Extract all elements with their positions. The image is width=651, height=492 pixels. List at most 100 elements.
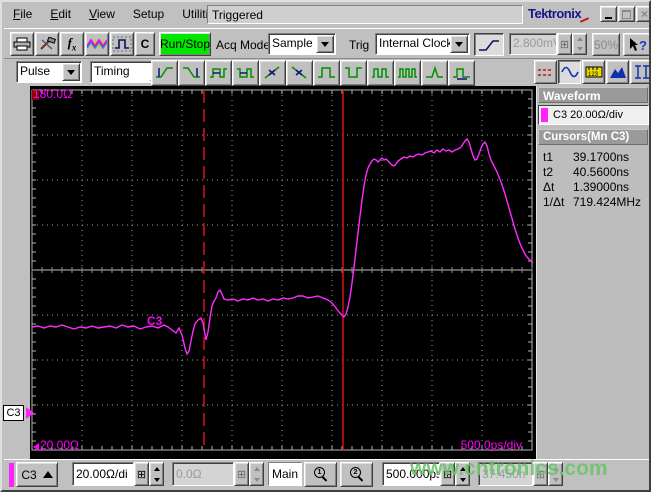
cursors-button[interactable] xyxy=(534,60,557,84)
main-timebase-button[interactable]: Main xyxy=(268,462,302,486)
meas-source-dropdown-arrow[interactable] xyxy=(62,63,80,81)
delay-icon xyxy=(452,68,470,80)
trig-slope-button[interactable] xyxy=(474,33,504,56)
trig-level-field: 2.800mV xyxy=(509,33,557,55)
up-triangle-icon xyxy=(42,471,53,478)
main-label: Main xyxy=(271,467,298,481)
timebase-spinner[interactable] xyxy=(455,462,470,486)
channel-marker[interactable]: C3 xyxy=(3,405,34,422)
waveform-entry-label: C3 20.00Ω/div xyxy=(553,109,623,121)
clear-label: C xyxy=(140,37,150,51)
set-fifty-button[interactable]: 50% xyxy=(592,33,620,56)
trig-dropdown-arrow[interactable] xyxy=(450,35,468,53)
vertical-offset-spinner[interactable] xyxy=(249,462,264,486)
waveform-entry[interactable]: C3 20.00Ω/div xyxy=(538,105,649,125)
zoom2-button[interactable]: 2 xyxy=(340,462,373,487)
fall-time-button[interactable] xyxy=(178,60,205,86)
trig-source-select[interactable]: Internal Clock xyxy=(375,33,470,55)
negative-width-button[interactable] xyxy=(232,60,259,86)
rising-edge-button[interactable] xyxy=(259,60,286,86)
fall-time-icon xyxy=(182,67,200,78)
negative-pulse-icon xyxy=(344,67,362,78)
trace-label: C3 xyxy=(147,314,163,328)
acq-mode-label: Acq Mode xyxy=(216,38,271,52)
timebase-keypad-button[interactable]: ⊞ xyxy=(440,462,455,486)
run-stop-label: Run/Stop xyxy=(159,37,211,51)
meas-source-value: Pulse xyxy=(20,64,51,78)
menu-view[interactable]: View xyxy=(80,4,124,24)
minimize-button[interactable] xyxy=(600,6,617,22)
tools-button[interactable] xyxy=(35,32,59,56)
menu-edit[interactable]: Edit xyxy=(41,4,80,24)
positive-width-button[interactable] xyxy=(205,60,232,86)
pulse-train-button[interactable] xyxy=(367,60,394,86)
acq-mode-select[interactable]: Sample xyxy=(268,33,336,55)
delay-keypad-button[interactable]: ⊞ xyxy=(533,462,548,486)
delay-button[interactable] xyxy=(448,60,475,86)
bottom-label-marker xyxy=(33,443,39,451)
positive-width-icon xyxy=(209,68,227,78)
vertical-scale-keypad-button[interactable]: ⊞ xyxy=(134,462,149,486)
trigger-status: Triggered xyxy=(207,5,523,24)
histogram-button[interactable] xyxy=(606,60,629,84)
vertical-scale-spinner[interactable] xyxy=(149,462,164,486)
pulse-window-button[interactable] xyxy=(110,32,134,56)
rise-time-button[interactable] xyxy=(151,60,178,86)
tektronix-logo: Tektronix xyxy=(528,6,598,24)
restore-button[interactable] xyxy=(618,6,635,22)
falling-edge-button[interactable] xyxy=(286,60,313,86)
pulse-window-icon xyxy=(112,36,132,52)
context-help-button[interactable]: ? xyxy=(623,33,649,56)
channel-marker-arrow xyxy=(26,407,34,419)
t1-label: t1 xyxy=(543,150,554,164)
close-button[interactable]: × xyxy=(636,6,649,22)
waveform-color-icon xyxy=(87,38,107,50)
print-button[interactable] xyxy=(10,32,34,56)
acq-mode-dropdown-arrow[interactable] xyxy=(316,35,334,53)
waveform-display-button[interactable] xyxy=(85,32,109,56)
channel-select-button[interactable]: C3 xyxy=(16,462,58,487)
inv-dt-value: 719.424MHz xyxy=(573,195,642,209)
vertical-bars-button[interactable] xyxy=(630,60,649,84)
toolbar-main: fx C Run/Stop Acq Mode Sample Trig Inter… xyxy=(4,28,649,58)
t2-value: 40.5600ns xyxy=(573,165,630,179)
channel-select-label: C3 xyxy=(21,467,37,482)
timebase-field[interactable]: 500.000ps xyxy=(382,462,440,486)
readout-icon: 123 xyxy=(585,66,602,78)
readout-button[interactable]: 123 xyxy=(582,60,605,84)
positive-peak-button[interactable] xyxy=(421,60,448,86)
vertical-top-label: 180.0Ω xyxy=(33,87,72,101)
trig-source-value: Internal Clock xyxy=(379,36,453,50)
channel-marker-label: C3 xyxy=(3,405,24,421)
plot-area[interactable]: 180.0Ω 20.00Ω 500.0ps/div C3 xyxy=(30,86,536,459)
falling-edge-icon xyxy=(291,66,306,79)
trig-level-keypad-button[interactable]: ⊞ xyxy=(557,33,572,55)
zoom1-button[interactable]: 1 xyxy=(304,462,337,487)
channel-color-tag xyxy=(9,463,14,487)
positive-pulse-button[interactable] xyxy=(313,60,340,86)
timebase-label: 500.0ps/div xyxy=(460,438,522,452)
run-stop-button[interactable]: Run/Stop xyxy=(159,32,211,56)
application-window: FileEditViewSetupUtilitiesHelp Triggered… xyxy=(0,0,651,492)
vertical-scale-field[interactable]: 20.00Ω/di xyxy=(72,462,134,486)
delay-spinner[interactable] xyxy=(548,462,563,486)
bottom-bar: C3 20.00Ω/di ⊞ 0.0Ω ⊞ Main 1 2 500.000ps… xyxy=(4,459,649,490)
delay-field: 37.450n xyxy=(478,462,533,486)
tools-icon xyxy=(40,37,56,50)
burst-width-icon xyxy=(397,68,417,78)
waveform-view-button[interactable] xyxy=(558,60,581,84)
fx-button[interactable]: fx xyxy=(60,32,84,56)
trig-level-spinner[interactable] xyxy=(572,33,587,55)
vertical-offset-keypad-button[interactable]: ⊞ xyxy=(234,462,249,486)
menu-file[interactable]: File xyxy=(4,4,41,24)
help-pointer-icon: ? xyxy=(630,37,647,53)
menu-setup[interactable]: Setup xyxy=(124,4,173,24)
burst-width-button[interactable] xyxy=(394,60,421,86)
t2-label: t2 xyxy=(543,165,554,179)
meas-source-select[interactable]: Pulse xyxy=(16,61,82,83)
inv-dt-label: 1/Δt xyxy=(543,195,565,209)
negative-pulse-button[interactable] xyxy=(340,60,367,86)
rising-edge-icon xyxy=(264,66,279,79)
trig-label: Trig xyxy=(349,38,370,52)
clear-button[interactable]: C xyxy=(135,32,155,56)
